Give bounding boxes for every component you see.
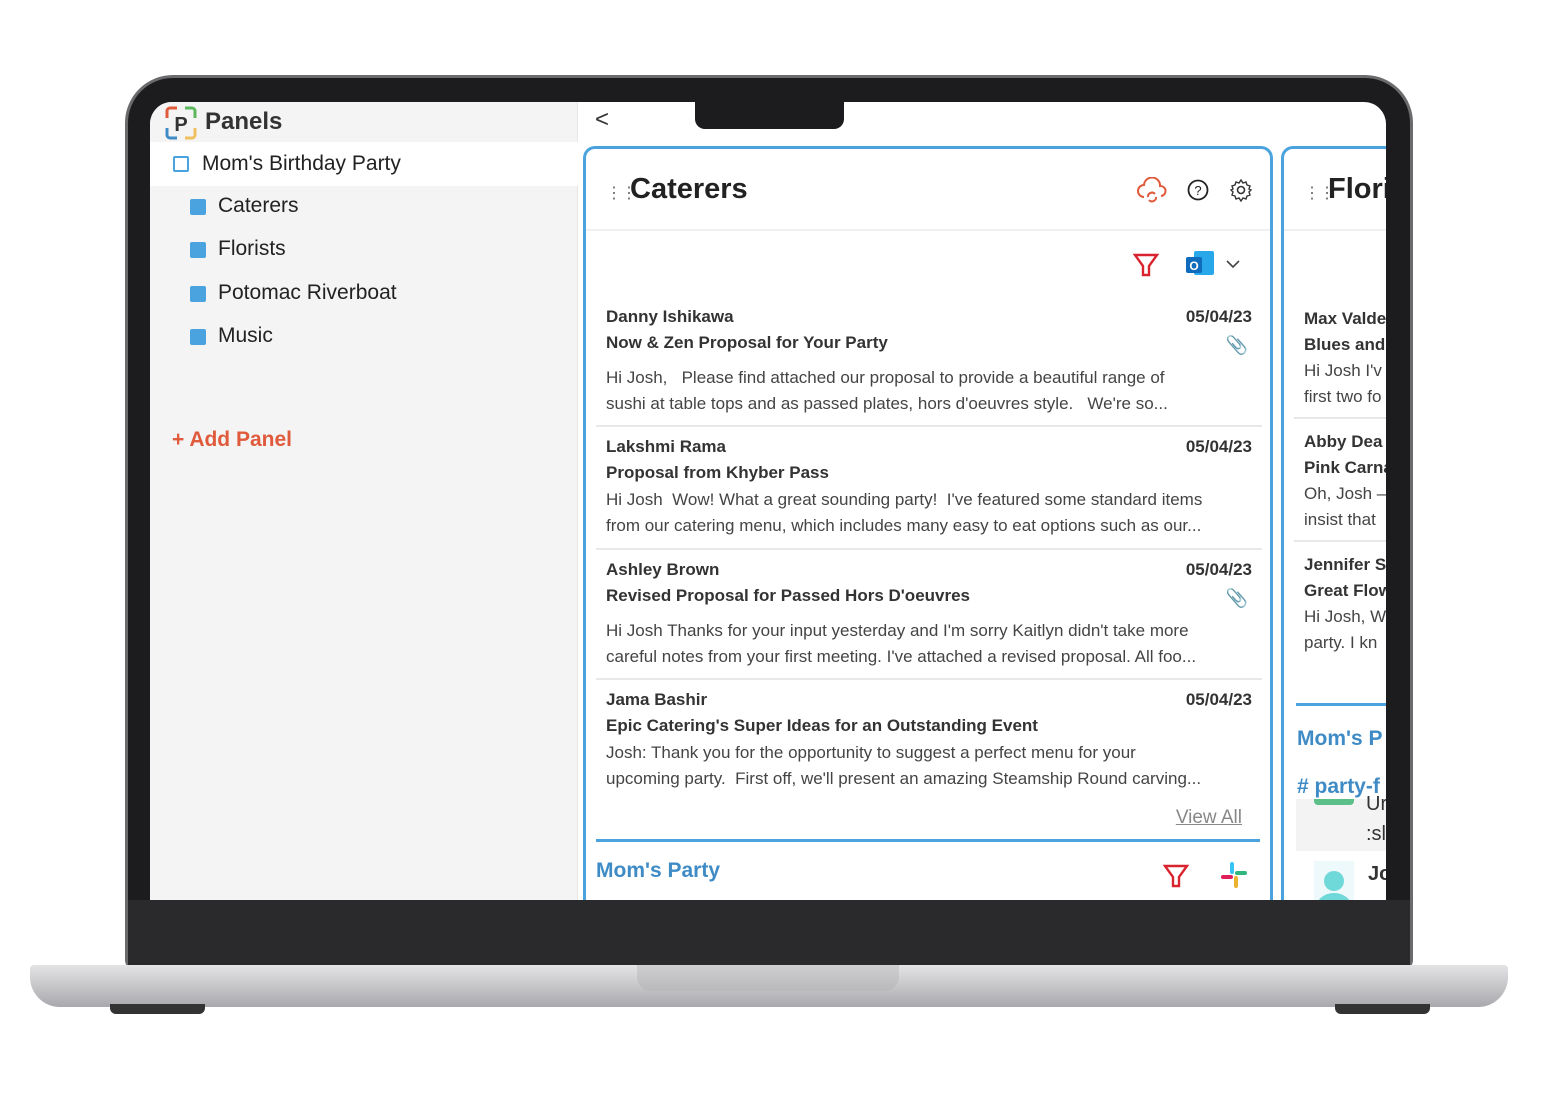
message-text: :sl bbox=[1366, 823, 1386, 845]
section-divider bbox=[1296, 703, 1386, 706]
avatar bbox=[1314, 861, 1354, 900]
sidebar-item-label: Music bbox=[218, 324, 273, 347]
email-item[interactable]: Jama Bashir 05/04/23 Epic Catering's Sup… bbox=[596, 690, 1262, 800]
email-sender: Lakshmi Rama bbox=[606, 437, 726, 456]
sidebar-item-label: Caterers bbox=[218, 194, 299, 217]
message-text: Ur bbox=[1366, 793, 1386, 815]
slack-section-title: Mom's Party bbox=[596, 859, 721, 882]
laptop-chin bbox=[128, 900, 1410, 965]
email-sender: Danny Ishikawa bbox=[606, 307, 734, 326]
avatar bbox=[1314, 799, 1354, 805]
email-subject: Now & Zen Proposal for Your Party bbox=[606, 333, 888, 352]
panel-square-icon bbox=[190, 199, 206, 215]
panel-square-icon bbox=[190, 329, 206, 345]
back-button[interactable]: < bbox=[595, 106, 609, 134]
project-item[interactable]: Mom's Birthday Party bbox=[150, 142, 578, 186]
project-checkbox-icon bbox=[173, 156, 189, 172]
sidebar-item-potomac-riverboat[interactable]: Potomac Riverboat bbox=[150, 274, 578, 314]
cloud-sync-icon[interactable] bbox=[1136, 177, 1168, 203]
email-preview: Hi Josh, W bbox=[1304, 607, 1386, 626]
sidebar-item-label: Potomac Riverboat bbox=[218, 281, 397, 304]
section-divider bbox=[596, 839, 1260, 842]
slack-message[interactable]: Ur :sl bbox=[1296, 793, 1386, 851]
email-preview: Hi Josh Wow! What a great sounding party… bbox=[606, 490, 1203, 535]
slack-icon[interactable] bbox=[1219, 860, 1249, 890]
florists-panel: ⋮⋮ Flori Max Valde Blues and Hi Josh I'v… bbox=[1281, 146, 1386, 900]
email-subject: Great Flow bbox=[1304, 581, 1386, 600]
message-author: Jo bbox=[1368, 863, 1386, 885]
sidebar-item-caterers[interactable]: Caterers bbox=[150, 187, 578, 227]
divider bbox=[1294, 540, 1386, 542]
email-subject: Pink Carna bbox=[1304, 458, 1386, 477]
screen: P Panels Mom's Birthday Party Caterers F… bbox=[150, 102, 1386, 900]
email-sender: Jennifer S bbox=[1304, 555, 1386, 574]
email-preview: Josh: Thank you for the opportunity to s… bbox=[606, 743, 1202, 788]
sidebar-item-florists[interactable]: Florists bbox=[150, 230, 578, 270]
email-date: 05/04/23 bbox=[1185, 437, 1252, 456]
email-subject: Proposal from Khyber Pass bbox=[606, 463, 829, 482]
laptop-foot bbox=[1335, 1004, 1430, 1014]
panel-title: Caterers bbox=[630, 173, 748, 205]
help-icon[interactable]: ? bbox=[1187, 179, 1209, 201]
divider bbox=[586, 229, 1270, 231]
sidebar-item-label: Florists bbox=[218, 237, 286, 260]
filter-icon[interactable] bbox=[1133, 252, 1159, 278]
laptop-foot bbox=[110, 1004, 205, 1014]
add-panel-button[interactable]: + Add Panel bbox=[172, 428, 292, 452]
email-preview: insist that bbox=[1304, 510, 1376, 529]
view-all-link[interactable]: View All bbox=[1176, 807, 1242, 829]
sidebar: P Panels Mom's Birthday Party Caterers F… bbox=[150, 102, 578, 900]
email-date: 05/04/23 bbox=[1185, 560, 1252, 579]
email-preview: Oh, Josh – bbox=[1304, 484, 1386, 503]
email-subject: Blues and bbox=[1304, 335, 1386, 354]
email-preview: Hi Josh, Please find attached our propos… bbox=[606, 368, 1168, 413]
app-title: Panels bbox=[205, 108, 283, 135]
divider bbox=[1284, 229, 1386, 231]
email-sender: Ashley Brown bbox=[606, 560, 720, 579]
email-date: 05/04/23 bbox=[1185, 690, 1252, 709]
email-preview: Hi Josh I'v bbox=[1304, 361, 1382, 380]
attachment-icon: 📎 bbox=[1225, 335, 1248, 355]
chevron-down-icon[interactable] bbox=[1226, 259, 1240, 269]
panel-square-icon bbox=[190, 242, 206, 258]
caterers-panel: ⋮⋮ Caterers ? O Danny Ishikawa 05/04/23 … bbox=[583, 146, 1273, 900]
filter-icon[interactable] bbox=[1163, 863, 1189, 889]
panels-logo-icon: P bbox=[165, 106, 197, 140]
svg-text:P: P bbox=[174, 114, 187, 136]
gear-icon[interactable] bbox=[1229, 178, 1253, 202]
panel-square-icon bbox=[190, 286, 206, 302]
email-item[interactable]: Ashley Brown 05/04/23 Revised Proposal f… bbox=[596, 560, 1262, 680]
camera-notch bbox=[695, 102, 844, 129]
email-subject: Revised Proposal for Passed Hors D'oeuvr… bbox=[606, 586, 971, 605]
project-label: Mom's Birthday Party bbox=[202, 152, 401, 175]
email-date: 05/04/23 bbox=[1185, 307, 1252, 326]
email-sender: Abby Dea bbox=[1304, 432, 1383, 451]
email-item[interactable]: Danny Ishikawa 05/04/23 Now & Zen Propos… bbox=[596, 307, 1262, 427]
svg-text:?: ? bbox=[1194, 183, 1201, 198]
email-subject: Epic Catering's Super Ideas for an Outst… bbox=[606, 716, 1038, 735]
email-preview: party. I kn bbox=[1304, 633, 1378, 652]
outlook-icon[interactable]: O bbox=[1184, 249, 1216, 279]
attachment-icon: 📎 bbox=[1225, 588, 1248, 608]
email-preview: Hi Josh Thanks for your input yesterday … bbox=[606, 621, 1197, 666]
divider bbox=[1294, 417, 1386, 419]
sidebar-item-music[interactable]: Music bbox=[150, 317, 578, 357]
email-preview: first two fo bbox=[1304, 387, 1382, 406]
panel-title: Flori bbox=[1328, 173, 1386, 205]
email-sender: Jama Bashir bbox=[606, 690, 708, 709]
slack-section-title: Mom's P bbox=[1297, 727, 1383, 750]
svg-text:O: O bbox=[1189, 259, 1198, 273]
email-item[interactable]: Lakshmi Rama 05/04/23 Proposal from Khyb… bbox=[596, 437, 1262, 550]
email-sender: Max Valde bbox=[1304, 309, 1386, 328]
laptop-lid-notch bbox=[637, 965, 899, 991]
